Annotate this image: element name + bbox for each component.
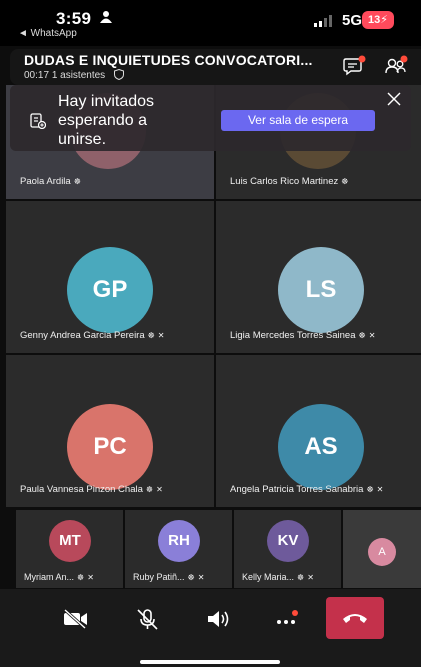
lobby-message: Hay invitados esperando a unirse. bbox=[58, 93, 155, 148]
participant-tile[interactable]: PC Paula Vannesa Pinzon Chala ☸ ✕ bbox=[6, 355, 214, 507]
participant-name: Kelly Maria... ☸ ✕ bbox=[242, 572, 314, 582]
more-options-button[interactable] bbox=[264, 597, 308, 641]
participant-avatar: RH bbox=[158, 520, 200, 562]
battery-level: 13 bbox=[368, 14, 381, 26]
participant-name: Genny Andrea Garcia Pereira ☸ ✕ bbox=[20, 330, 165, 341]
participant-name: Myriam An... ☸ ✕ bbox=[24, 572, 94, 582]
participant-avatar: LS bbox=[278, 247, 364, 333]
lobby-notification: Hay invitados esperando a unirse. Ver sa… bbox=[10, 85, 411, 151]
participant-name: Ligia Mercedes Torres Sainea ☸ ✕ bbox=[230, 330, 376, 341]
participant-tile-small[interactable]: A bbox=[343, 510, 421, 588]
remote-control-icon: ☸ bbox=[341, 177, 349, 186]
mic-off-icon: ✕ bbox=[156, 485, 163, 494]
participant-avatar: GP bbox=[67, 247, 153, 333]
participant-name: Luis Carlos Rico Martinez ☸ bbox=[230, 176, 349, 187]
participant-tile-small[interactable]: RH Ruby Patiñ... ☸ ✕ bbox=[125, 510, 232, 588]
participant-tile[interactable]: AS Angela Patricia Torres Sanabria ☸ ✕ bbox=[216, 355, 421, 507]
chat-icon[interactable] bbox=[342, 55, 366, 77]
signal-icon bbox=[314, 15, 332, 27]
home-indicator[interactable] bbox=[140, 660, 280, 664]
lobby-icon bbox=[30, 113, 46, 129]
participant-avatar: PC bbox=[67, 404, 153, 490]
participant-name: Angela Patricia Torres Sanabria ☸ ✕ bbox=[230, 484, 384, 495]
participant-tile[interactable]: GP Genny Andrea Garcia Pereira ☸ ✕ bbox=[6, 201, 214, 353]
participant-tile-small[interactable]: MT Myriam An... ☸ ✕ bbox=[16, 510, 123, 588]
mic-off-icon: ✕ bbox=[197, 573, 205, 582]
participant-name: Paola Ardila ☸ bbox=[20, 176, 81, 187]
camera-off-icon bbox=[63, 609, 87, 629]
speaker-button[interactable] bbox=[196, 597, 240, 641]
mic-toggle-button[interactable] bbox=[126, 597, 170, 641]
participant-avatar: A bbox=[368, 538, 396, 566]
person-icon bbox=[100, 11, 112, 23]
participant-tile[interactable]: LS Ligia Mercedes Torres Sainea ☸ ✕ bbox=[216, 201, 421, 353]
speaker-icon bbox=[208, 611, 229, 627]
participant-name: Ruby Patiñ... ☸ ✕ bbox=[133, 572, 205, 582]
call-duration: 00:17 bbox=[24, 70, 50, 81]
remote-control-icon: ☸ bbox=[145, 485, 154, 494]
mic-off-icon bbox=[137, 609, 158, 630]
status-time: 3:59 bbox=[56, 9, 92, 28]
remote-control-icon: ☸ bbox=[187, 573, 195, 582]
participant-tile-small[interactable]: KV Kelly Maria... ☸ ✕ bbox=[234, 510, 341, 588]
meeting-title: DUDAS E INQUIETUDES CONVOCATORI... bbox=[24, 52, 313, 68]
remote-control-icon: ☸ bbox=[77, 573, 85, 582]
network-type: 5G bbox=[342, 12, 363, 29]
remote-control-icon: ☸ bbox=[358, 331, 366, 340]
call-meta: 00:17 1 asistentes bbox=[24, 69, 124, 81]
remote-control-icon: ☸ bbox=[297, 573, 305, 582]
participant-name: Paula Vannesa Pinzon Chala ☸ ✕ bbox=[20, 484, 163, 495]
participant-avatar: MT bbox=[49, 520, 91, 562]
call-toolbar bbox=[0, 589, 421, 667]
battery-indicator: 13⚡ bbox=[362, 11, 394, 29]
remote-control-icon: ☸ bbox=[73, 177, 81, 186]
phone-hangup-icon bbox=[343, 614, 367, 623]
mic-off-icon: ✕ bbox=[368, 331, 376, 340]
shield-icon bbox=[113, 69, 124, 80]
call-header: DUDAS E INQUIETUDES CONVOCATORI... 00:17… bbox=[10, 49, 421, 85]
teams-call-screen: 3:59 ◄ WhatsApp 5G 13⚡ DUDAS E INQUIETUD… bbox=[0, 0, 421, 667]
close-icon[interactable] bbox=[387, 92, 401, 106]
attendee-count: 1 asistentes bbox=[51, 70, 106, 81]
status-bar: 3:59 ◄ WhatsApp 5G 13⚡ bbox=[0, 0, 421, 46]
back-to-whatsapp-link[interactable]: ◄ WhatsApp bbox=[18, 28, 77, 39]
mic-off-icon: ✕ bbox=[157, 331, 165, 340]
participant-avatar: AS bbox=[278, 404, 364, 490]
remote-control-icon: ☸ bbox=[147, 331, 155, 340]
mic-off-icon: ✕ bbox=[376, 485, 384, 494]
participant-avatar: KV bbox=[267, 520, 309, 562]
more-icon bbox=[277, 610, 298, 624]
camera-toggle-button[interactable] bbox=[53, 597, 97, 641]
mic-off-icon: ✕ bbox=[87, 573, 94, 582]
remote-control-icon: ☸ bbox=[366, 485, 374, 494]
mic-off-icon: ✕ bbox=[307, 573, 314, 582]
view-lobby-button[interactable]: Ver sala de espera bbox=[221, 110, 375, 131]
hang-up-button[interactable] bbox=[326, 597, 384, 639]
people-icon[interactable] bbox=[384, 55, 408, 77]
